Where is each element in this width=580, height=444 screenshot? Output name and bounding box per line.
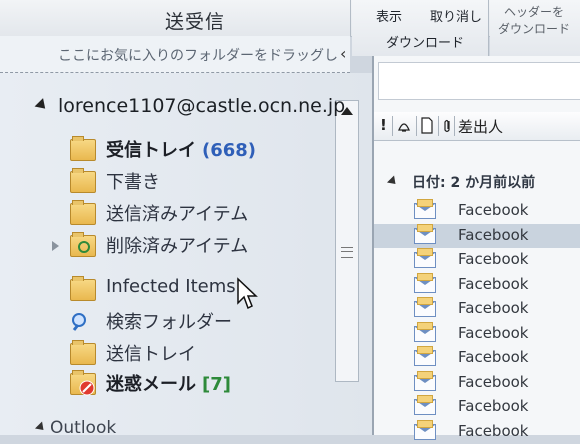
junk-icon [70, 370, 96, 396]
download-headers-button[interactable]: ヘッダーを ダウンロード [490, 0, 580, 56]
folder-label: Infected Items [106, 276, 236, 297]
envelope-icon [414, 272, 436, 293]
column-divider [438, 116, 439, 136]
outbox-icon [70, 340, 96, 365]
account-name[interactable]: lorence1107@castle.ocn.ne.jp [58, 95, 345, 117]
message-sender: Facebook [458, 421, 529, 440]
reminder-bell-icon[interactable] [396, 118, 412, 134]
message-row[interactable]: Facebook [374, 223, 580, 248]
envelope-icon [414, 321, 436, 342]
folder-name: Infected Items [106, 276, 236, 297]
message-sender: Facebook [458, 274, 529, 293]
folder-item[interactable]: 受信トレイ (668) [70, 136, 330, 164]
folder-name: 下書き [106, 172, 160, 193]
message-sender: Facebook [458, 225, 529, 244]
importance-column[interactable]: ! [380, 116, 387, 134]
folder-pane-scrollbar[interactable] [335, 100, 359, 382]
sender-column[interactable]: 差出人 [458, 116, 503, 137]
envelope-icon [414, 419, 436, 440]
folder-name: 受信トレイ [106, 140, 196, 161]
message-row[interactable]: Facebook [374, 395, 580, 419]
message-sender: Facebook [458, 372, 529, 391]
message-row[interactable]: Facebook [374, 419, 580, 444]
message-sender: Facebook [458, 323, 529, 342]
folder-label: 削除済みアイテム [106, 232, 248, 258]
folder-name: 送信トレイ [106, 344, 196, 365]
message-row[interactable]: Facebook [374, 248, 580, 272]
folder-label: 迷惑メール [7] [106, 370, 231, 396]
message-row[interactable]: Facebook [374, 346, 580, 370]
favorites-placeholder: ここにお気に入りのフォルダーをドラッグし [58, 48, 338, 64]
message-sender: Facebook [458, 250, 529, 268]
folder-item[interactable]: 送信トレイ [70, 340, 330, 368]
folder-item[interactable]: Infected Items [70, 276, 330, 304]
folder-item[interactable]: 迷惑メール [7] [70, 370, 330, 398]
envelope-icon [414, 223, 436, 244]
cancel-button[interactable]: 取り消し [430, 6, 482, 25]
envelope-icon [414, 297, 436, 317]
deleted-items-icon [70, 232, 96, 257]
envelope-icon [414, 248, 436, 268]
column-divider [392, 116, 393, 136]
folder-name: 送信済みアイテム [106, 204, 249, 225]
message-list-header: ! 差出人 [374, 112, 580, 141]
message-row[interactable]: Facebook [374, 272, 580, 297]
search-input[interactable] [378, 62, 580, 100]
attachment-icon[interactable] [441, 117, 453, 135]
message-sender: Facebook [458, 397, 529, 415]
envelope-icon [414, 346, 436, 366]
folder-label: 送信済みアイテム [106, 200, 248, 226]
sent-items-icon [70, 200, 96, 225]
folder-icon [70, 168, 96, 193]
column-divider [454, 116, 455, 136]
message-row[interactable]: Facebook [374, 370, 580, 395]
download-headers-label-2: ダウンロード [498, 22, 571, 36]
message-row[interactable]: Facebook [374, 199, 580, 223]
ribbon-group-download: 表示 取り消し ダウンロード [352, 0, 489, 56]
download-headers-label-1: ヘッダーを [504, 5, 565, 19]
tab-send-receive[interactable]: 送受信 [0, 0, 351, 36]
folder-item[interactable]: 送信済みアイテム [70, 200, 330, 228]
show-button[interactable]: 表示 [376, 6, 402, 25]
search-folder-icon [70, 311, 94, 331]
inbox-icon [70, 136, 96, 161]
scroll-grip-icon[interactable] [341, 247, 353, 258]
folder-label: 下書き [106, 168, 160, 194]
folder-item[interactable]: 下書き [70, 168, 330, 196]
favorites-bar[interactable]: ここにお気に入りのフォルダーをドラッグし ‹ [0, 36, 350, 73]
document-icon[interactable] [420, 117, 434, 135]
message-sender: Facebook [458, 299, 529, 317]
folder-label: 受信トレイ (668) [106, 136, 256, 162]
collapse-pane-icon[interactable]: ‹ [340, 44, 346, 63]
folder-item[interactable]: 削除済みアイテム [70, 232, 330, 260]
unread-count: [7] [202, 374, 231, 395]
envelope-icon [414, 199, 436, 219]
unread-count: (668) [202, 140, 257, 161]
outlook-section-label[interactable]: Outlook [50, 418, 116, 438]
date-group-header[interactable]: 日付: 2 か月前以前 [412, 172, 535, 192]
envelope-icon [414, 370, 436, 391]
folder-icon [70, 276, 96, 301]
message-row[interactable]: Facebook [374, 321, 580, 346]
message-sender: Facebook [458, 348, 529, 366]
message-sender: Facebook [458, 201, 529, 219]
folder-item[interactable]: 検索フォルダー [70, 308, 330, 336]
folder-label: 検索フォルダー [106, 308, 232, 334]
folder-name: 削除済みアイテム [106, 236, 249, 257]
folder-name: 迷惑メール [106, 374, 196, 395]
folder-name: 検索フォルダー [106, 312, 232, 333]
message-row[interactable]: Facebook [374, 297, 580, 321]
mouse-pointer-icon [237, 277, 258, 310]
column-divider [416, 116, 417, 136]
tab-send-receive-label: 送受信 [165, 11, 226, 33]
folder-label: 送信トレイ [106, 340, 196, 366]
download-button[interactable]: ダウンロード [386, 32, 464, 51]
envelope-icon [414, 395, 436, 415]
expand-deleted-items-icon[interactable] [52, 241, 59, 251]
